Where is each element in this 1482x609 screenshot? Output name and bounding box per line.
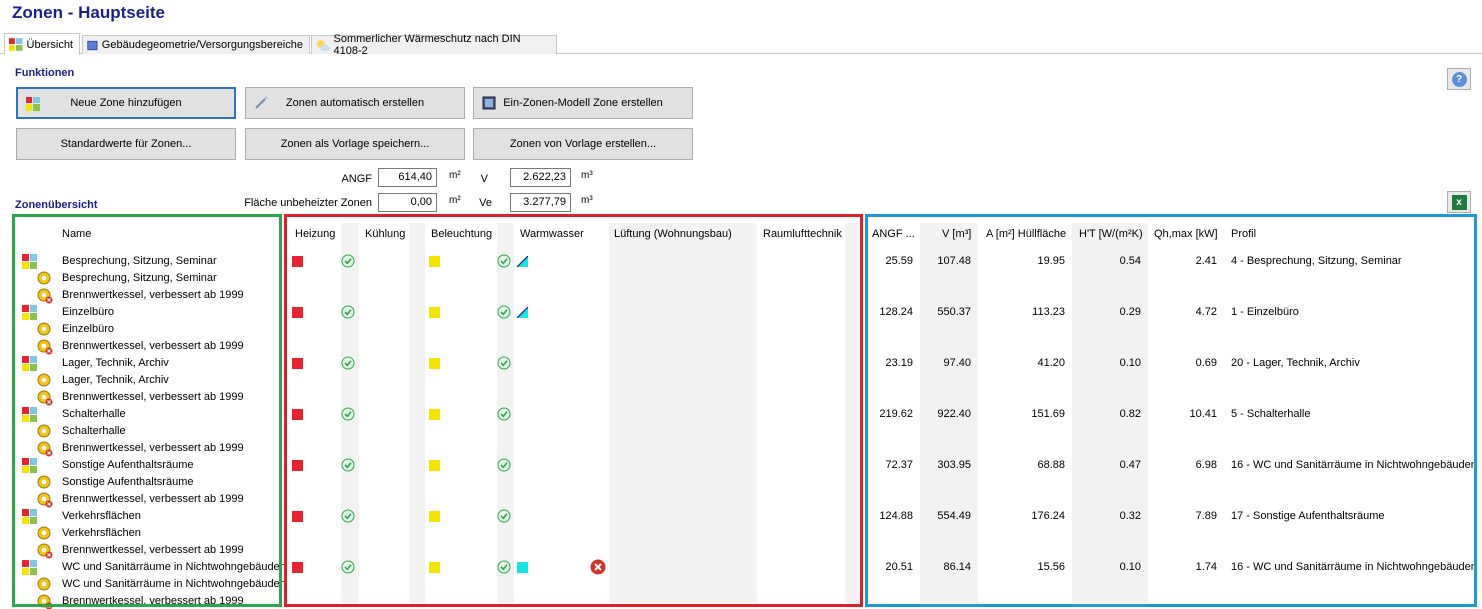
v-label: V	[480, 173, 488, 185]
button-label: Ein-Zonen-Modell Zone erstellen	[503, 97, 663, 109]
create-from-template-button[interactable]: Zonen von Vorlage erstellen...	[473, 128, 693, 160]
button-label: Zonen von Vorlage erstellen...	[509, 138, 657, 150]
zone-icon	[26, 97, 40, 111]
zone-defaults-button[interactable]: Standardwerte für Zonen...	[16, 128, 236, 160]
unheated-area-label: Fläche unbeheizter Zonen	[244, 197, 372, 209]
add-zone-button[interactable]: Neue Zone hinzufügen	[16, 87, 236, 119]
values-column-highlight	[865, 214, 1477, 607]
geometry-icon	[87, 40, 98, 50]
sun-cloud-icon	[316, 39, 330, 51]
help-icon: ?	[1451, 71, 1467, 87]
tab-label: Übersicht	[26, 38, 73, 51]
name-column-highlight	[12, 214, 282, 607]
ve-label: Ve	[479, 197, 492, 209]
single-zone-icon	[482, 96, 496, 110]
tab-uebersicht[interactable]: Übersicht	[4, 33, 80, 55]
v-field: 2.622,23	[510, 168, 571, 187]
tab-label: Sommerlicher Wärmeschutz nach DIN 4108-2	[333, 33, 521, 57]
unheated-area-field: 0,00	[378, 193, 437, 212]
unheated-area-unit: m²	[449, 195, 461, 206]
button-label: Standardwerte für Zonen...	[60, 138, 192, 150]
magic-wand-icon	[255, 96, 268, 109]
zone-overview-label: Zonenübersicht	[15, 199, 98, 211]
one-zone-model-button[interactable]: Ein-Zonen-Modell Zone erstellen	[473, 87, 693, 119]
page-title: Zonen - Hauptseite	[12, 3, 166, 22]
zone-icon	[9, 38, 23, 51]
functions-label: Funktionen	[15, 67, 75, 79]
ve-field: 3.277,79	[510, 193, 571, 212]
tab-label: Gebäudegeometrie/Versorgungsbereiche	[101, 39, 303, 51]
auto-create-zones-button[interactable]: Zonen automatisch erstellen	[245, 87, 465, 119]
tab-sommerlicher-waermeschutz[interactable]: Sommerlicher Wärmeschutz nach DIN 4108-2	[311, 33, 557, 57]
v-unit: m³	[581, 170, 593, 181]
angf-field: 614,40	[378, 168, 437, 187]
angf-unit: m²	[449, 170, 461, 181]
tab-gebaeudegeometrie[interactable]: Gebäudegeometrie/Versorgungsbereiche	[82, 35, 310, 54]
systems-column-highlight	[284, 214, 863, 607]
ve-unit: m³	[581, 195, 593, 206]
excel-icon: x	[1451, 194, 1467, 210]
button-label: Zonen automatisch erstellen	[285, 97, 425, 109]
help-button[interactable]: ?	[1447, 68, 1471, 90]
save-as-template-button[interactable]: Zonen als Vorlage speichern...	[245, 128, 465, 160]
button-label: Neue Zone hinzufügen	[70, 97, 182, 109]
button-label: Zonen als Vorlage speichern...	[280, 138, 430, 150]
zone-overview-table: Name Heizung Kühlung Beleuchtung Warmwas…	[0, 214, 1482, 609]
tab-bar: Übersicht Gebäudegeometrie/Versorgungsbe…	[0, 33, 1482, 57]
export-excel-button[interactable]: x	[1447, 191, 1471, 213]
angf-label: ANGF	[341, 173, 372, 185]
